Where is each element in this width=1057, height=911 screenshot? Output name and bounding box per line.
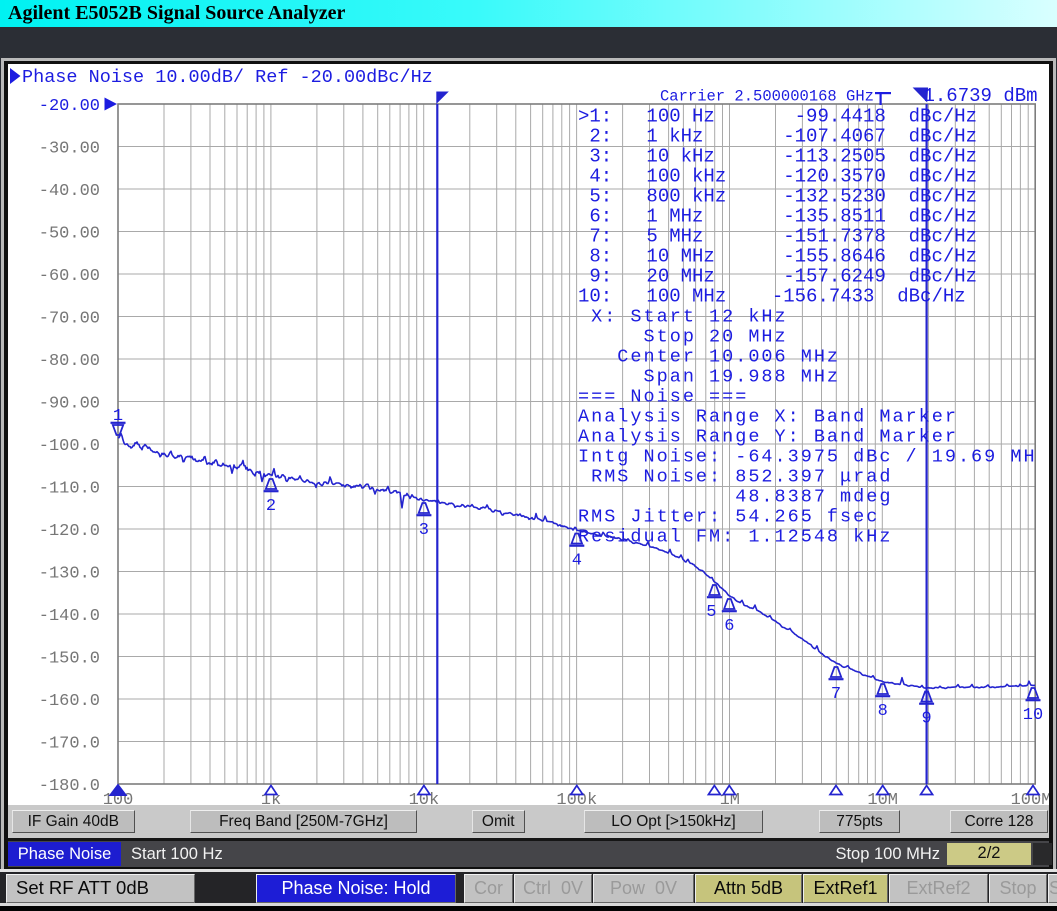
svg-text:Analysis Range Y: Band Marker: Analysis Range Y: Band Marker (578, 427, 958, 448)
svg-text:Intg Noise: -64.3975 dBc / 19.: Intg Noise: -64.3975 dBc / 19.69 MH (578, 447, 1037, 468)
svg-text:Phase Noise 10.00dB/ Ref -20.0: Phase Noise 10.00dB/ Ref -20.00dBc/Hz (22, 67, 433, 88)
svg-text:-20.00: -20.00 (39, 97, 100, 116)
svg-text:Carrier 2.500000168 GHz: Carrier 2.500000168 GHz (660, 88, 874, 106)
svg-text:5: 800 kHz -132.5230 dB: 5: 800 kHz -132.5230 dBc/Hz (578, 186, 977, 208)
svg-text:X: Start 12 kHz: X: Start 12 kHz (578, 307, 788, 328)
svg-text:=== Noise ===: === Noise === (578, 387, 748, 408)
svg-text:-180.0: -180.0 (39, 777, 100, 796)
svg-text:9: 20 MHz -157.6249 dB: 9: 20 MHz -157.6249 dBc/Hz (578, 266, 977, 288)
svg-text:4: 100 kHz -120.3570 dB: 4: 100 kHz -120.3570 dBc/Hz (578, 166, 977, 188)
svg-text:3: 10 kHz -113.2505 dB: 3: 10 kHz -113.2505 dBc/Hz (578, 146, 977, 168)
svg-text:-170.0: -170.0 (39, 735, 100, 754)
svg-text:-80.00: -80.00 (39, 352, 100, 371)
svg-text:10: 100 MHz -156.7433 dB: 10: 100 MHz -156.7433 dBc/Hz (578, 286, 966, 308)
svg-text:Span 19.988 MHz: Span 19.988 MHz (578, 367, 840, 388)
svg-text:6: 1 MHz -135.8511 dB: 6: 1 MHz -135.8511 dBc/Hz (578, 206, 977, 228)
svg-text:-140.0: -140.0 (39, 607, 100, 626)
svg-text:Residual FM: 1.12548 kHz: Residual FM: 1.12548 kHz (578, 527, 892, 548)
svg-text:-30.00: -30.00 (39, 140, 100, 159)
svg-text:Center 10.006 MHz: Center 10.006 MHz (578, 347, 840, 368)
svg-text:2: 1 kHz -107.4067 dB: 2: 1 kHz -107.4067 dBc/Hz (578, 126, 977, 148)
svg-text:Stop 20 MHz: Stop 20 MHz (578, 327, 788, 348)
svg-text:-60.00: -60.00 (39, 267, 100, 286)
svg-text:Analysis Range X: Band Marker: Analysis Range X: Band Marker (578, 407, 958, 428)
svg-text:48.8387 mdeg: 48.8387 mdeg (578, 487, 892, 508)
svg-text:3: 3 (419, 521, 429, 540)
svg-text:-120.0: -120.0 (39, 522, 100, 541)
svg-text:>1: 100 Hz -99.4418 d: >1: 100 Hz -99.4418 dBc/Hz (578, 106, 977, 128)
svg-text:-150.0: -150.0 (39, 650, 100, 669)
svg-text:5: 5 (706, 603, 716, 622)
svg-text:-130.0: -130.0 (39, 565, 100, 584)
svg-text:10: 10 (1023, 706, 1043, 725)
svg-text:8: 8 (878, 702, 888, 721)
svg-text:4: 4 (572, 552, 582, 571)
svg-text:7: 5 MHz -151.7378 dB: 7: 5 MHz -151.7378 dBc/Hz (578, 226, 977, 248)
svg-text:1: 1 (113, 407, 123, 426)
svg-text:2: 2 (266, 497, 276, 516)
svg-text:RMS Noise: 852.397 μrad: RMS Noise: 852.397 μrad (578, 467, 892, 488)
svg-text:9: 9 (921, 710, 931, 729)
svg-text:-100.0: -100.0 (39, 437, 100, 456)
svg-text:RMS Jitter: 54.265 fsec: RMS Jitter: 54.265 fsec (578, 507, 879, 528)
svg-text:7: 7 (831, 685, 841, 704)
svg-text:-50.00: -50.00 (39, 225, 100, 244)
svg-text:-90.00: -90.00 (39, 395, 100, 414)
svg-text:-70.00: -70.00 (39, 310, 100, 329)
svg-text:8: 10 MHz -155.8646 dB: 8: 10 MHz -155.8646 dBc/Hz (578, 246, 977, 268)
svg-text:1.6739 dBm: 1.6739 dBm (924, 85, 1038, 107)
svg-text:-110.0: -110.0 (39, 480, 100, 499)
svg-text:-40.00: -40.00 (39, 182, 100, 201)
svg-text:-160.0: -160.0 (39, 692, 100, 711)
svg-text:6: 6 (724, 617, 734, 636)
